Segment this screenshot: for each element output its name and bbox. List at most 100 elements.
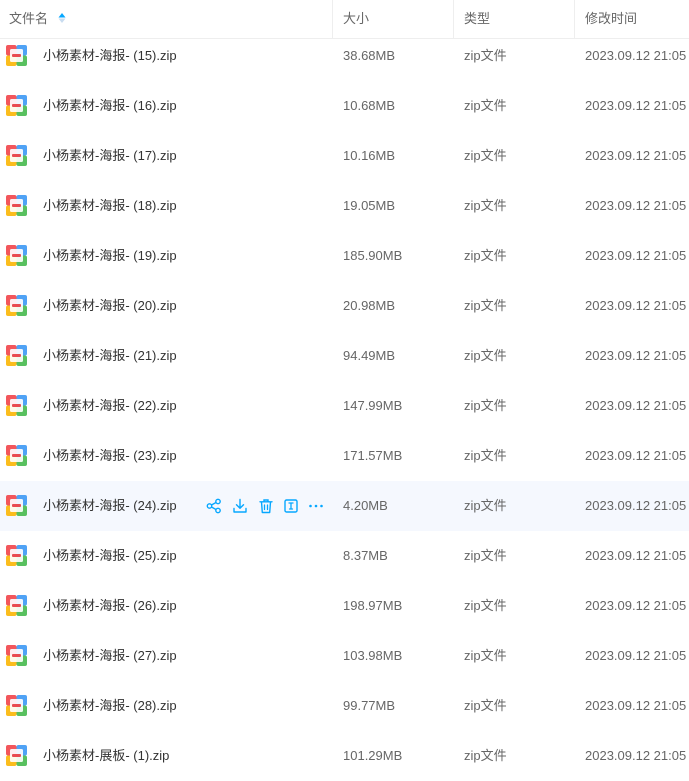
file-size: 4.20MB	[343, 498, 388, 513]
file-type: zip文件	[464, 348, 507, 363]
zip-archive-icon	[6, 645, 27, 666]
file-name[interactable]: 小杨素材-海报- (25).zip	[43, 531, 177, 581]
zip-archive-icon	[6, 595, 27, 616]
file-modified-time: 2023.09.12 21:05	[585, 148, 687, 163]
file-modified-time: 2023.09.12 21:05	[585, 248, 687, 263]
file-list: 小杨素材-海报- (15).zip 38.68MB zip文件 2023.09.…	[0, 31, 689, 781]
zip-archive-icon	[6, 695, 27, 716]
zip-archive-icon	[6, 45, 27, 66]
zip-archive-icon	[6, 445, 27, 466]
file-modified-time: 2023.09.12 21:05	[585, 298, 687, 313]
column-header-size[interactable]: 大小	[332, 0, 453, 38]
file-type: zip文件	[464, 448, 507, 463]
file-modified-time: 2023.09.12 21:05	[585, 498, 687, 513]
file-size: 185.90MB	[343, 248, 403, 263]
file-row[interactable]: 小杨素材-海报- (25).zip 8.37MB zip文件 2023.09.1…	[0, 531, 689, 581]
column-header-name-label: 文件名	[9, 11, 49, 26]
rename-icon[interactable]	[283, 498, 299, 514]
file-modified-time: 2023.09.12 21:05	[585, 98, 687, 113]
file-modified-time: 2023.09.12 21:05	[585, 748, 687, 763]
file-row[interactable]: 小杨素材-海报- (20).zip 20.98MB zip文件 2023.09.…	[0, 281, 689, 331]
file-type: zip文件	[464, 748, 507, 763]
delete-icon[interactable]	[258, 498, 274, 514]
file-name[interactable]: 小杨素材-海报- (26).zip	[43, 581, 177, 631]
file-modified-time: 2023.09.12 21:05	[585, 648, 687, 663]
zip-archive-icon	[6, 745, 27, 766]
file-row[interactable]: 小杨素材-海报- (23).zip 171.57MB zip文件 2023.09…	[0, 431, 689, 481]
file-name[interactable]: 小杨素材-海报- (27).zip	[43, 631, 177, 681]
file-size: 94.49MB	[343, 348, 396, 363]
zip-archive-icon	[6, 395, 27, 416]
zip-archive-icon	[6, 495, 27, 516]
file-size: 99.77MB	[343, 698, 396, 713]
file-size: 19.05MB	[343, 198, 396, 213]
file-type: zip文件	[464, 248, 507, 263]
file-size: 171.57MB	[343, 448, 403, 463]
file-size: 147.99MB	[343, 398, 403, 413]
file-row[interactable]: 小杨素材-海报- (22).zip 147.99MB zip文件 2023.09…	[0, 381, 689, 431]
file-size: 20.98MB	[343, 298, 396, 313]
file-modified-time: 2023.09.12 21:05	[585, 348, 687, 363]
zip-archive-icon	[6, 245, 27, 266]
file-size: 101.29MB	[343, 748, 403, 763]
file-row[interactable]: 小杨素材-海报- (26).zip 198.97MB zip文件 2023.09…	[0, 581, 689, 631]
file-row[interactable]: 小杨素材-海报- (16).zip 10.68MB zip文件 2023.09.…	[0, 81, 689, 131]
file-name[interactable]: 小杨素材-海报- (17).zip	[43, 131, 177, 181]
file-type: zip文件	[464, 698, 507, 713]
more-icon[interactable]	[308, 498, 324, 514]
file-type: zip文件	[464, 498, 507, 513]
zip-archive-icon	[6, 545, 27, 566]
file-name[interactable]: 小杨素材-海报- (20).zip	[43, 281, 177, 331]
zip-archive-icon	[6, 145, 27, 166]
file-row[interactable]: 小杨素材-海报- (17).zip 10.16MB zip文件 2023.09.…	[0, 131, 689, 181]
file-modified-time: 2023.09.12 21:05	[585, 598, 687, 613]
column-header-modified[interactable]: 修改时间	[574, 0, 689, 38]
file-modified-time: 2023.09.12 21:05	[585, 548, 687, 563]
file-type: zip文件	[464, 98, 507, 113]
file-type: zip文件	[464, 648, 507, 663]
column-header-type-label: 类型	[464, 11, 491, 26]
file-type: zip文件	[464, 148, 507, 163]
file-name[interactable]: 小杨素材-海报- (24).zip	[43, 481, 177, 531]
file-name[interactable]: 小杨素材-展板- (1).zip	[43, 731, 169, 781]
sort-ascending-icon[interactable]	[58, 12, 66, 24]
file-name[interactable]: 小杨素材-海报- (22).zip	[43, 381, 177, 431]
column-header-type[interactable]: 类型	[453, 0, 574, 38]
zip-archive-icon	[6, 295, 27, 316]
column-header-size-label: 大小	[343, 11, 370, 26]
file-list-header: 文件名 大小 类型 修改时间	[0, 0, 689, 39]
file-name[interactable]: 小杨素材-海报- (19).zip	[43, 231, 177, 281]
file-modified-time: 2023.09.12 21:05	[585, 448, 687, 463]
file-size: 10.68MB	[343, 98, 396, 113]
file-modified-time: 2023.09.12 21:05	[585, 198, 687, 213]
file-type: zip文件	[464, 598, 507, 613]
file-type: zip文件	[464, 548, 507, 563]
file-row[interactable]: 小杨素材-展板- (1).zip 101.29MB zip文件 2023.09.…	[0, 731, 689, 781]
file-name[interactable]: 小杨素材-海报- (18).zip	[43, 181, 177, 231]
file-size: 103.98MB	[343, 648, 403, 663]
file-type: zip文件	[464, 398, 507, 413]
file-size: 10.16MB	[343, 148, 396, 163]
share-icon[interactable]	[206, 498, 222, 514]
file-row[interactable]: 小杨素材-海报- (19).zip 185.90MB zip文件 2023.09…	[0, 231, 689, 281]
file-row[interactable]: 小杨素材-海报- (28).zip 99.77MB zip文件 2023.09.…	[0, 681, 689, 731]
file-type: zip文件	[464, 298, 507, 313]
column-header-modified-label: 修改时间	[585, 11, 638, 26]
zip-archive-icon	[6, 195, 27, 216]
file-name[interactable]: 小杨素材-海报- (16).zip	[43, 81, 177, 131]
file-row[interactable]: 小杨素材-海报- (27).zip 103.98MB zip文件 2023.09…	[0, 631, 689, 681]
file-name[interactable]: 小杨素材-海报- (28).zip	[43, 681, 177, 731]
zip-archive-icon	[6, 95, 27, 116]
file-modified-time: 2023.09.12 21:05	[585, 698, 687, 713]
file-row[interactable]: 小杨素材-海报- (21).zip 94.49MB zip文件 2023.09.…	[0, 331, 689, 381]
file-name[interactable]: 小杨素材-海报- (23).zip	[43, 431, 177, 481]
column-header-name[interactable]: 文件名	[0, 0, 332, 38]
file-row[interactable]: 小杨素材-海报- (18).zip 19.05MB zip文件 2023.09.…	[0, 181, 689, 231]
download-icon[interactable]	[232, 498, 248, 514]
file-type: zip文件	[464, 198, 507, 213]
file-size: 198.97MB	[343, 598, 403, 613]
file-size: 8.37MB	[343, 548, 388, 563]
zip-archive-icon	[6, 345, 27, 366]
file-row[interactable]: 小杨素材-海报- (24).zip 4.20MB zip文件 2023.09.1…	[0, 481, 689, 531]
file-name[interactable]: 小杨素材-海报- (21).zip	[43, 331, 177, 381]
